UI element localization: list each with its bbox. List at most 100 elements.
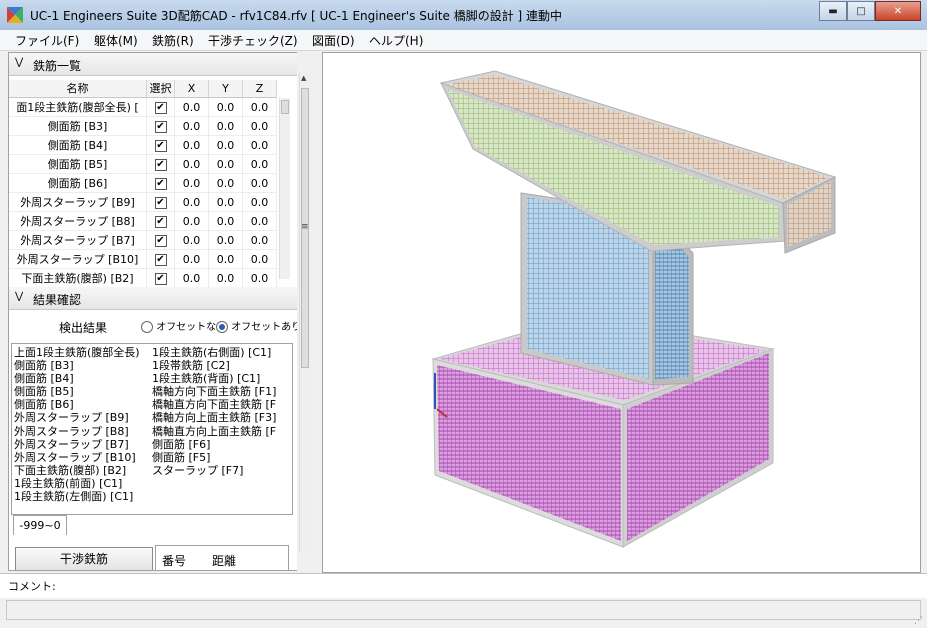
grid-scroll-thumb[interactable] xyxy=(281,100,289,114)
menu-structure[interactable]: 躯体(M) xyxy=(94,32,138,49)
table-row[interactable]: 下面主鉄筋(腹部) [B2] ✔ 0.0 0.0 0.0 xyxy=(9,269,288,288)
result-item[interactable]: 側面筋 [B4] xyxy=(14,372,140,385)
3d-viewport[interactable] xyxy=(322,52,921,573)
select-checkbox-cell[interactable]: ✔ xyxy=(147,136,175,155)
result-item[interactable]: 外周スターラップ [B7] xyxy=(14,438,140,451)
result-item[interactable]: 側面筋 [F5] xyxy=(152,451,276,464)
result-item[interactable]: スターラップ [F7] xyxy=(152,464,276,477)
interference-area: 干渉鉄筋 番号 距離 xyxy=(9,535,298,570)
result-item[interactable]: 下面主鉄筋(腹部) [B2] xyxy=(14,464,140,477)
select-checkbox-cell[interactable]: ✔ xyxy=(147,212,175,231)
close-button[interactable]: ✕ xyxy=(875,1,921,21)
cell-x: 0.0 xyxy=(175,174,209,193)
table-row[interactable]: 外周スターラップ [B7] ✔ 0.0 0.0 0.0 xyxy=(9,231,288,250)
result-item[interactable]: 外周スターラップ [B8] xyxy=(14,425,140,438)
cell-name: 下面主鉄筋(腹部) [B2] xyxy=(9,269,147,288)
checkbox-icon[interactable]: ✔ xyxy=(154,273,167,285)
select-checkbox-cell[interactable]: ✔ xyxy=(147,117,175,136)
scroll-up-icon[interactable]: ▲ xyxy=(301,74,306,82)
radio-no-offset[interactable]: オフセットなし xyxy=(141,318,226,333)
cell-name: 外周スターラップ [B9] xyxy=(9,193,147,212)
panel-splitter[interactable]: ▲ ≡ xyxy=(297,52,322,571)
table-row[interactable]: 面1段主鉄筋(腹部全長) [✔ 0.0 0.0 0.0 xyxy=(9,98,288,117)
checkbox-icon[interactable]: ✔ xyxy=(154,254,167,266)
rebar-list-header[interactable]: ⋁ 鉄筋一覧 xyxy=(9,53,298,76)
menu-interference-check[interactable]: 干渉チェック(Z) xyxy=(208,32,298,49)
table-row[interactable]: 側面筋 [B4] ✔ 0.0 0.0 0.0 xyxy=(9,136,288,155)
table-row[interactable]: 外周スターラップ [B9] ✔ 0.0 0.0 0.0 xyxy=(9,193,288,212)
select-checkbox-cell[interactable]: ✔ xyxy=(147,98,175,117)
checkbox-icon[interactable]: ✔ xyxy=(154,178,167,190)
result-item[interactable]: 1段主鉄筋(前面) [C1] xyxy=(14,477,140,490)
cell-y: 0.0 xyxy=(209,155,243,174)
checkbox-icon[interactable]: ✔ xyxy=(154,216,167,228)
select-checkbox-cell[interactable]: ✔ xyxy=(147,231,175,250)
select-checkbox-cell[interactable]: ✔ xyxy=(147,155,175,174)
cell-x: 0.0 xyxy=(175,193,209,212)
col-header-select[interactable]: 選択 xyxy=(147,80,175,98)
collapse-chevron-icon[interactable]: ⋁ xyxy=(15,57,23,68)
result-item[interactable]: 橋軸直方向上面主鉄筋 [F xyxy=(152,425,276,438)
table-header-distance: 距離 xyxy=(212,554,237,568)
col-header-name[interactable]: 名称 xyxy=(9,80,147,98)
col-header-y[interactable]: Y xyxy=(209,80,243,98)
result-item[interactable]: 橋軸方向下面主鉄筋 [F1] xyxy=(152,385,276,398)
menu-drawing[interactable]: 図面(D) xyxy=(312,32,355,49)
result-item[interactable]: 側面筋 [F6] xyxy=(152,438,276,451)
menu-bar: ファイル(F) 躯体(M) 鉄筋(R) 干渉チェック(Z) 図面(D) ヘルプ(… xyxy=(0,30,927,51)
result-item[interactable]: 橋軸方向上面主鉄筋 [F3] xyxy=(152,411,276,424)
result-check-header[interactable]: ⋁ 結果確認 xyxy=(9,287,298,310)
menu-help[interactable]: ヘルプ(H) xyxy=(369,32,423,49)
result-item[interactable]: 橋軸直方向下面主鉄筋 [F xyxy=(152,398,276,411)
interference-rebar-button[interactable]: 干渉鉄筋 xyxy=(15,547,153,570)
result-item[interactable]: 1段主鉄筋(右側面) [C1] xyxy=(152,346,276,359)
result-item[interactable]: 側面筋 [B5] xyxy=(14,385,140,398)
checkbox-icon[interactable]: ✔ xyxy=(154,140,167,152)
radio-no-offset-icon[interactable] xyxy=(141,321,153,333)
checkbox-icon[interactable]: ✔ xyxy=(154,159,167,171)
select-checkbox-cell[interactable]: ✔ xyxy=(147,250,175,269)
result-item[interactable]: 1段主鉄筋(左側面) [C1] xyxy=(14,490,140,503)
radio-with-offset-icon[interactable] xyxy=(216,321,228,333)
checkbox-icon[interactable]: ✔ xyxy=(154,121,167,133)
result-item[interactable]: 側面筋 [B3] xyxy=(14,359,140,372)
detection-results-list[interactable]: 上面1段主鉄筋(腹部全長) 側面筋 [B3] 側面筋 [B4] 側面筋 [B5] 側面筋… xyxy=(11,343,293,515)
tab-range[interactable]: -999~0 xyxy=(13,515,67,536)
result-check-title: 結果確認 xyxy=(33,293,82,307)
title-bar: UC-1 Engineers Suite 3D配筋CAD - rfv1C84.r… xyxy=(0,0,927,30)
col-header-x[interactable]: X xyxy=(175,80,209,98)
table-row[interactable]: 外周スターラップ [B8] ✔ 0.0 0.0 0.0 xyxy=(9,212,288,231)
radio-with-offset[interactable]: オフセットあり xyxy=(216,318,298,333)
result-item[interactable]: 外周スターラップ [B9] xyxy=(14,411,140,424)
col-header-z[interactable]: Z xyxy=(243,80,277,98)
result-item[interactable]: 上面1段主鉄筋(腹部全長) xyxy=(14,346,140,359)
table-row[interactable]: 側面筋 [B5] ✔ 0.0 0.0 0.0 xyxy=(9,155,288,174)
menu-file[interactable]: ファイル(F) xyxy=(15,32,79,49)
checkbox-icon[interactable]: ✔ xyxy=(154,197,167,209)
table-row[interactable]: 側面筋 [B6] ✔ 0.0 0.0 0.0 xyxy=(9,174,288,193)
result-item[interactable]: 1段帯鉄筋 [C2] xyxy=(152,359,276,372)
left-panel-scrollbar[interactable]: ▲ ≡ xyxy=(299,72,310,552)
table-row[interactable]: 側面筋 [B3] ✔ 0.0 0.0 0.0 xyxy=(9,117,288,136)
collapse-chevron-icon[interactable]: ⋁ xyxy=(15,291,23,302)
comment-bar[interactable]: コメント: xyxy=(0,573,927,599)
beam-rebar[interactable] xyxy=(439,70,837,254)
checkbox-icon[interactable]: ✔ xyxy=(154,235,167,247)
grid-scrollbar[interactable] xyxy=(279,98,290,279)
result-item[interactable]: 外周スターラップ [B10] xyxy=(14,451,140,464)
interference-table[interactable]: 番号 距離 xyxy=(155,545,289,570)
select-checkbox-cell[interactable]: ✔ xyxy=(147,174,175,193)
resize-grip-icon[interactable]: ⋰ xyxy=(914,616,923,626)
minimize-button[interactable]: ▬ xyxy=(819,1,847,21)
checkbox-icon[interactable]: ✔ xyxy=(154,102,167,114)
table-row[interactable]: 外周スターラップ [B10] ✔ 0.0 0.0 0.0 xyxy=(9,250,288,269)
result-item[interactable]: 側面筋 [B6] xyxy=(14,398,140,411)
cell-y: 0.0 xyxy=(209,269,243,288)
select-checkbox-cell[interactable]: ✔ xyxy=(147,193,175,212)
select-checkbox-cell[interactable]: ✔ xyxy=(147,269,175,288)
maximize-button[interactable]: □ xyxy=(847,1,875,21)
3d-model-canvas[interactable] xyxy=(323,53,920,572)
status-bar: ⋰ xyxy=(0,598,927,628)
result-item[interactable]: 1段主鉄筋(背面) [C1] xyxy=(152,372,276,385)
menu-rebar[interactable]: 鉄筋(R) xyxy=(152,32,194,49)
